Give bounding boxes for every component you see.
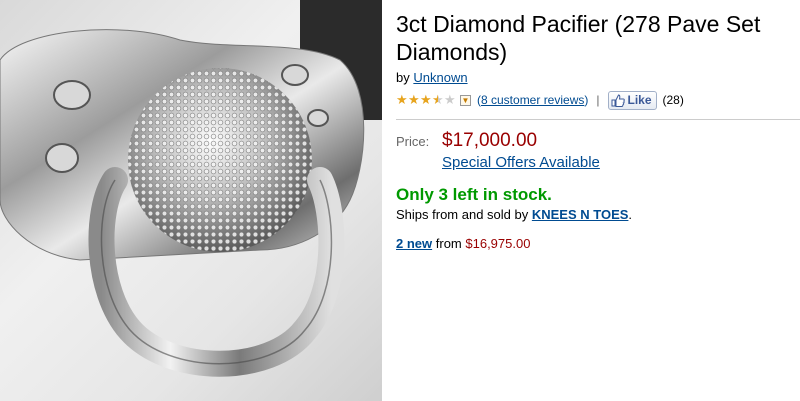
special-offers-link[interactable]: Special Offers Available (442, 154, 796, 171)
star-icon: ★ (396, 92, 408, 107)
price-row: Price: $17,000.00 (396, 130, 796, 152)
new-offers-link[interactable]: 2 new (396, 236, 432, 251)
star-rating[interactable]: ★ ★ ★ ★ ★ (396, 92, 456, 107)
from-label: from (435, 236, 462, 251)
ships-prefix: Ships from and sold by (396, 207, 529, 222)
product-image[interactable] (0, 0, 382, 401)
chevron-down-icon[interactable]: ▼ (460, 94, 471, 106)
separator: | (596, 93, 600, 107)
reviews-close-paren: ) (584, 93, 589, 107)
product-info-panel: 3ct Diamond Pacifier (278 Pave Set Diamo… (396, 0, 800, 251)
ships-suffix: . (628, 207, 633, 222)
pacifier-illustration (0, 0, 382, 377)
star-icon: ★ (432, 92, 444, 107)
new-offers-price: $16,975.00 (465, 236, 531, 251)
price-value: $17,000.00 (442, 130, 538, 151)
star-icon: ★ (408, 92, 420, 107)
price-label: Price: (396, 134, 430, 149)
like-label: Like (627, 93, 652, 107)
like-button[interactable]: Like (607, 90, 657, 110)
new-offers-row: 2 new from $16,975.00 (396, 236, 796, 251)
thumbs-up-icon (611, 93, 625, 107)
seller-link[interactable]: KNEES N TOES (532, 207, 629, 222)
by-label: by (396, 70, 410, 85)
stock-status: Only 3 left in stock. (396, 185, 552, 204)
ships-from: Ships from and sold by KNEES N TOES. (396, 207, 796, 222)
like-count: (28) (662, 93, 684, 107)
rating-row: ★ ★ ★ ★ ★ ▼ (8 customer reviews) | Like … (396, 90, 796, 110)
byline: by Unknown (396, 70, 796, 85)
product-title: 3ct Diamond Pacifier (278 Pave Set Diamo… (396, 11, 761, 65)
divider (396, 119, 800, 120)
star-icon: ★ (444, 92, 456, 107)
brand-link[interactable]: Unknown (413, 70, 467, 85)
customer-reviews-link[interactable]: 8 customer reviews (481, 93, 584, 107)
star-icon: ★ (420, 92, 432, 107)
